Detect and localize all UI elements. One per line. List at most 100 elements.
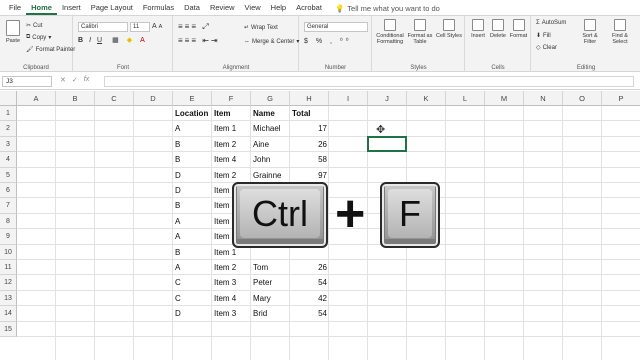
cell-location[interactable]: B [173,198,212,213]
cell-item[interactable]: Item 2 [212,260,251,275]
row-header-12[interactable]: 12 [0,275,17,291]
number-format-select[interactable]: General [304,22,368,32]
copy-button[interactable]: ⧉ Copy ▾ [26,34,51,41]
grow-font-button[interactable]: AA [152,23,162,30]
cell-styles-button[interactable]: Cell Styles [435,19,463,39]
row-header-15[interactable]: 15 [0,321,17,337]
tab-formulas[interactable]: Formulas [138,1,179,15]
row-header-5[interactable]: 5 [0,167,17,183]
header-location[interactable]: Location [173,106,212,121]
column-header-m[interactable]: M [485,91,524,106]
cell-location[interactable]: D [173,183,212,198]
cell-location[interactable]: B [173,152,212,167]
cell-item[interactable]: Item 1 [212,121,251,136]
column-header-l[interactable]: L [446,91,485,106]
format-painter-button[interactable]: 🖌 Format Painter [26,46,75,54]
column-header-i[interactable]: I [329,91,368,106]
column-header-f[interactable]: F [212,91,251,106]
tab-file[interactable]: File [4,1,26,15]
fill-color-icon[interactable]: ◆ [127,36,132,44]
column-header-j[interactable]: J [368,91,407,106]
tell-me-box[interactable]: 💡 Tell me what you want to do [327,1,445,15]
column-header-k[interactable]: K [407,91,446,106]
column-header-a[interactable]: A [17,91,56,106]
wrap-text-button[interactable]: ↵ Wrap Text [244,24,278,32]
autosum-button[interactable]: Σ AutoSum [536,20,566,26]
tab-insert[interactable]: Insert [57,1,86,15]
tab-home[interactable]: Home [26,1,57,15]
cell-total[interactable]: 26 [290,137,329,152]
column-header-g[interactable]: G [251,91,290,106]
column-header-e[interactable]: E [173,91,212,106]
cell-item[interactable]: Item 4 [212,152,251,167]
cell-location[interactable]: A [173,121,212,136]
cell-location[interactable]: C [173,275,212,290]
tab-page-layout[interactable]: Page Layout [86,1,138,15]
cell-name[interactable]: Michael [251,121,290,136]
header-item[interactable]: Item [212,106,251,121]
cell-location[interactable]: B [173,137,212,152]
italic-button[interactable]: I [89,37,91,44]
row-header-14[interactable]: 14 [0,306,17,322]
horizontal-align-icons[interactable]: ≡≡≡ ⇤⇥ [178,36,220,45]
row-header-4[interactable]: 4 [0,152,17,168]
cell-name[interactable]: Grainne [251,168,290,183]
fx-icon[interactable]: fx [84,76,89,84]
cell-location[interactable]: B [173,245,212,260]
select-all-corner[interactable] [0,91,17,106]
cell-item[interactable]: Item 2 [212,137,251,152]
cell-total[interactable]: 54 [290,275,329,290]
cell-total[interactable]: 26 [290,260,329,275]
bold-button[interactable]: B [78,37,83,44]
cell-location[interactable]: C [173,291,212,306]
tab-acrobat[interactable]: Acrobat [291,1,327,15]
tab-help[interactable]: Help [266,1,291,15]
vertical-align-icons[interactable]: ≡≡≡ ⤢ [178,22,211,32]
cancel-icon[interactable]: ✕ [60,76,66,84]
cell-name[interactable]: Peter [251,275,290,290]
row-header-2[interactable]: 2 [0,121,17,137]
fill-button[interactable]: ⬇ Fill [536,32,551,40]
row-header-3[interactable]: 3 [0,136,17,153]
column-header-n[interactable]: N [524,91,563,106]
cell-location[interactable]: A [173,260,212,275]
sort-filter-button[interactable]: Sort & Filter [576,19,604,45]
number-format-icons[interactable]: $ % , ⁰⁰ [304,37,352,45]
row-header-6[interactable]: 6 [0,183,17,199]
column-header-p[interactable]: P [602,91,640,106]
active-cell-selection[interactable] [367,135,407,153]
cell-item[interactable]: Item 2 [212,168,251,183]
cell-item[interactable]: Item 4 [212,291,251,306]
cell-location[interactable]: A [173,229,212,244]
formula-input[interactable] [104,76,634,87]
cell-total[interactable]: 42 [290,291,329,306]
row-header-1[interactable]: 1 [0,106,17,122]
cell-location[interactable]: D [173,306,212,321]
tab-view[interactable]: View [240,1,266,15]
underline-button[interactable]: U [97,37,102,44]
cell-name[interactable]: Brid [251,306,290,321]
font-color-icon[interactable]: A [140,37,145,44]
row-header-11[interactable]: 11 [0,260,17,276]
conditional-formatting-button[interactable]: Conditional Formatting [375,19,405,45]
header-total[interactable]: Total [290,106,329,121]
cell-name[interactable]: Mary [251,291,290,306]
cell-location[interactable]: D [173,168,212,183]
cell-location[interactable]: A [173,214,212,229]
format-as-table-button[interactable]: Format as Table [406,19,434,45]
enter-icon[interactable]: ✓ [72,76,78,84]
row-header-8[interactable]: 8 [0,213,17,230]
find-select-button[interactable]: Find & Select [606,19,634,45]
cell-item[interactable]: Item 3 [212,306,251,321]
tab-data[interactable]: Data [179,1,205,15]
cell-name[interactable]: Aine [251,137,290,152]
cell-total[interactable]: 17 [290,121,329,136]
header-name[interactable]: Name [251,106,290,121]
column-header-d[interactable]: D [134,91,173,106]
row-header-7[interactable]: 7 [0,198,17,214]
column-header-o[interactable]: O [563,91,602,106]
delete-cells-button[interactable]: Delete [488,19,508,39]
cell-name[interactable]: John [251,152,290,167]
column-header-h[interactable]: H [290,91,329,106]
tab-review[interactable]: Review [205,1,240,15]
